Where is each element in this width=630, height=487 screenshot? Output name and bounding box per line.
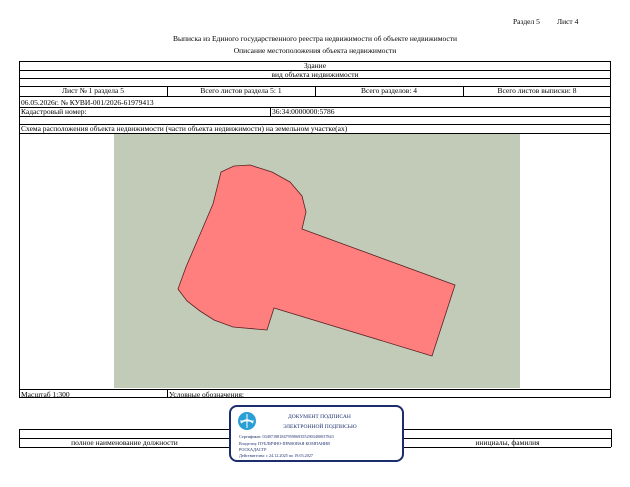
cadastral-value: 36:34:0000000:5786	[272, 107, 335, 116]
cadastral-label: Кадастровый номер:	[21, 107, 87, 116]
stamp-line1: ДОКУМЕНТ ПОДПИСАН	[288, 414, 351, 420]
stamp-owner2: РОСКАДАСТР	[239, 447, 267, 452]
stamp-line2: ЭЛЕКТРОННОЙ ПОДПИСЬЮ	[283, 424, 357, 430]
document-title: Выписка из Единого государственного реес…	[172, 34, 458, 43]
stamp-owner: Владелец: ПУБЛИЧНО-ПРАВОВАЯ КОМПАНИЯ	[239, 441, 330, 446]
stamp-certificate: Сертификат: 0349718818479590693552903400…	[239, 434, 334, 439]
signature-emblem-icon	[238, 412, 256, 430]
location-scheme	[114, 134, 520, 388]
name-label: инициалы, фамилия	[475, 438, 540, 447]
date-number: 06.05.2026г. № КУВИ-001/2026-61979413	[21, 98, 154, 107]
scale-label: Масштаб 1:300	[21, 390, 70, 399]
sheet-number: Лист 4	[557, 17, 579, 26]
object-type-label: вид объекта недвижимости	[271, 70, 359, 79]
document-subtitle: Описание местоположения объекта недвижим…	[233, 46, 397, 55]
sections-total: Всего разделов: 4	[360, 86, 418, 95]
scheme-label: Схема расположения объекта недвижимости …	[21, 124, 348, 133]
sheets-total: Всего листов выписки: 8	[497, 86, 577, 95]
legend-label: Условные обозначения:	[169, 390, 245, 399]
section-number: Раздел 5	[513, 17, 540, 26]
electronic-signature-stamp: ДОКУМЕНТ ПОДПИСАН ЭЛЕКТРОННОЙ ПОДПИСЬЮ С…	[229, 405, 404, 462]
position-label: полное наименование должности	[71, 438, 178, 447]
sheets-in-section: Всего листов раздела 5: 1	[200, 86, 282, 95]
object-type: Здание	[303, 61, 327, 70]
sheet-of-section: Лист № 1 раздела 5	[62, 86, 124, 95]
stamp-valid: Действителен: с 24.12.2025 по 19.03.2027	[239, 453, 314, 458]
